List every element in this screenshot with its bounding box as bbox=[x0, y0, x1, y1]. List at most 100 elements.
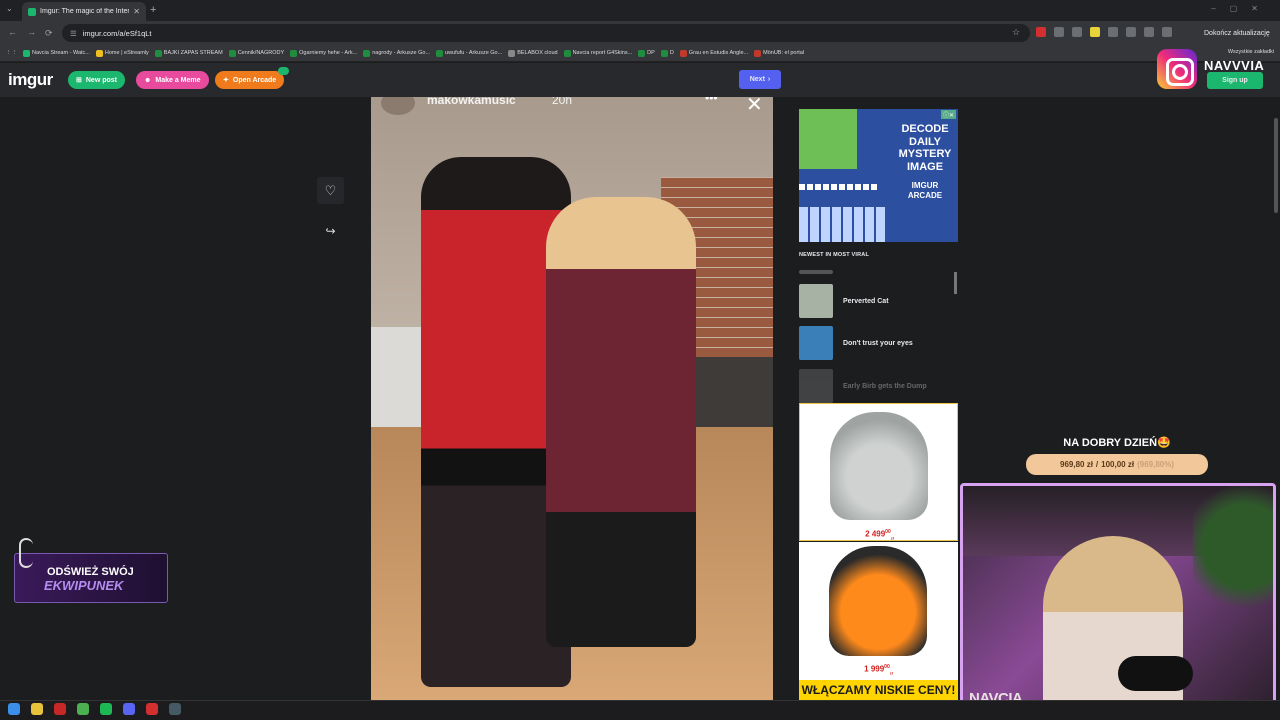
list-scrollbar[interactable] bbox=[954, 272, 957, 294]
bookmark-favicon-icon bbox=[363, 49, 371, 57]
opera-icon[interactable] bbox=[54, 703, 66, 715]
ad-keyboard-art bbox=[799, 207, 887, 242]
bookmark-item[interactable]: Grau en Estudis Angle... bbox=[679, 49, 748, 57]
make-meme-label: Make a Meme bbox=[155, 76, 201, 84]
bookmark-item[interactable]: Navcia report G4Skins... bbox=[563, 49, 632, 57]
product-price: 2 49900zł bbox=[800, 529, 959, 540]
close-icon[interactable]: ✕ bbox=[746, 92, 763, 117]
imgur-logo[interactable]: imgur bbox=[8, 70, 53, 90]
window-controls[interactable]: –▢✕ bbox=[1211, 4, 1272, 13]
instagram-icon bbox=[1157, 49, 1197, 89]
sign-up-button[interactable]: Sign up bbox=[1207, 72, 1263, 89]
extension-icon[interactable] bbox=[1054, 27, 1064, 37]
open-arcade-button[interactable]: ✦ Open Arcade bbox=[215, 67, 290, 89]
bookmark-item[interactable]: uwufufu - Arkusze Go... bbox=[436, 49, 502, 57]
list-item[interactable] bbox=[799, 270, 833, 274]
bookmark-item[interactable]: nagrody - Arkusze Go... bbox=[363, 49, 431, 57]
extension-icon[interactable] bbox=[1144, 27, 1154, 37]
price-cents: 00 bbox=[884, 664, 890, 670]
ad-close-icon[interactable]: ⓘ✕ bbox=[940, 110, 956, 119]
product-ad-headphones-orange[interactable]: 1 99900zł WŁĄCZAMY NISKIE CENY! bbox=[799, 542, 958, 700]
discord-icon[interactable] bbox=[123, 703, 135, 715]
bookmark-item[interactable]: BELABOX cloud bbox=[508, 49, 558, 57]
site-info-icon[interactable]: ☰ bbox=[70, 29, 77, 38]
bookmark-label: Ogarniemy hehe - Ark... bbox=[299, 50, 358, 56]
share-arrow-icon[interactable]: ↪ bbox=[317, 220, 344, 242]
bookmark-item[interactable]: Ogarniemy hehe - Ark... bbox=[290, 49, 358, 57]
chrome-icon[interactable] bbox=[77, 703, 89, 715]
meme-icon: ☻ bbox=[144, 76, 152, 84]
extension-icon[interactable] bbox=[1036, 27, 1046, 37]
make-meme-button[interactable]: ☻ Make a Meme bbox=[136, 71, 209, 89]
favorite-heart-icon[interactable]: ♡ bbox=[317, 177, 344, 204]
arcade-badge bbox=[278, 67, 290, 75]
extension-icon[interactable] bbox=[1108, 27, 1118, 37]
address-bar[interactable]: ☰ imgur.com/a/eSf1qLt bbox=[62, 24, 1030, 42]
instagram-handle: NAVVVIA bbox=[1204, 58, 1265, 73]
url-text[interactable]: imgur.com/a/eSf1qLt bbox=[83, 29, 152, 38]
extension-icons[interactable] bbox=[1036, 27, 1172, 37]
loading-spinner-icon[interactable]: ⟳ bbox=[45, 28, 53, 39]
close-tab-icon[interactable]: ✕ bbox=[133, 7, 140, 16]
extensions-puzzle-icon[interactable] bbox=[1126, 27, 1136, 37]
bookmark-item[interactable]: Home | eStreamly bbox=[95, 49, 149, 57]
bookmark-label: nagrody - Arkusze Go... bbox=[372, 50, 431, 56]
ad-character-art bbox=[799, 109, 857, 169]
extension-icon[interactable] bbox=[1072, 27, 1082, 37]
bookmark-favicon-icon bbox=[754, 49, 762, 57]
profile-avatar-icon[interactable] bbox=[1162, 27, 1172, 37]
spotify-icon[interactable] bbox=[100, 703, 112, 715]
all-bookmarks-button[interactable]: Wszystkie zakładki bbox=[1227, 49, 1274, 55]
arcade-ad[interactable]: DECODE DAILY MYSTERY IMAGE IMGUR ARCADE … bbox=[799, 109, 958, 242]
item-thumbnail bbox=[799, 284, 833, 318]
next-post-button[interactable]: Next › bbox=[739, 70, 781, 89]
list-item[interactable]: Early Birb gets the Dump bbox=[799, 369, 927, 403]
new-post-button[interactable]: ⊞ New post bbox=[68, 71, 125, 89]
bookmark-item[interactable]: Navcia Stream - Watc... bbox=[23, 49, 90, 57]
page-scrollbar[interactable] bbox=[1274, 118, 1278, 213]
back-forward-icon[interactable]: ←→ bbox=[8, 27, 46, 37]
bookmark-item[interactable]: MönUB: el portal bbox=[754, 49, 804, 57]
goal-percent: (969,80%) bbox=[1137, 460, 1174, 469]
item-title: Perverted Cat bbox=[843, 297, 889, 305]
open-arcade-label: Open Arcade bbox=[232, 76, 277, 84]
bookmark-item[interactable]: Cennik/NAGRODY bbox=[228, 49, 284, 57]
apps-grid-icon[interactable]: ⋮⋮ bbox=[6, 50, 17, 56]
webcam-overlay: NAVCIA bbox=[960, 483, 1276, 716]
donation-goal-bar: 969,80 zł / 100,00 zł (969,80%) bbox=[1026, 454, 1208, 475]
bookmark-favicon-icon bbox=[23, 49, 30, 57]
list-item[interactable]: Perverted Cat bbox=[799, 284, 889, 318]
bookmark-label: D bbox=[669, 50, 674, 56]
bookmark-item[interactable]: BAJKI ZAPAS STREAM bbox=[154, 49, 223, 57]
extension-icon[interactable] bbox=[1090, 27, 1100, 37]
promo-banner: WŁĄCZAMY NISKIE CENY! bbox=[799, 680, 958, 700]
bookmark-item[interactable]: DP bbox=[638, 49, 655, 57]
app-icon[interactable] bbox=[169, 703, 181, 715]
item-title: Don't trust your eyes bbox=[843, 339, 913, 347]
tab-list-chevron-icon[interactable]: ⌄ bbox=[6, 4, 13, 13]
bookmark-favicon-icon bbox=[638, 49, 646, 57]
bookmark-label: DP bbox=[647, 50, 655, 56]
price-currency: zł bbox=[890, 535, 894, 541]
taskbar-icons[interactable] bbox=[8, 703, 181, 715]
product-ad-headphones-grey[interactable]: 2 49900zł bbox=[799, 403, 958, 541]
next-label: Next bbox=[749, 76, 765, 83]
viral-section-heading: NEWEST IN MOST VIRAL bbox=[799, 252, 869, 258]
bookmark-label: BAJKI ZAPAS STREAM bbox=[163, 50, 223, 56]
file-explorer-icon[interactable] bbox=[31, 703, 43, 715]
bookmark-favicon-icon bbox=[679, 49, 687, 57]
new-tab-button[interactable]: + bbox=[150, 4, 156, 16]
hook-icon bbox=[19, 538, 33, 568]
price-main: 1 999 bbox=[864, 664, 885, 674]
bookmark-item[interactable]: D bbox=[660, 49, 674, 57]
cam-microphone bbox=[1118, 656, 1193, 691]
start-icon[interactable] bbox=[8, 703, 20, 715]
update-button[interactable]: Dokończ aktualizację bbox=[1198, 24, 1276, 42]
list-item[interactable]: Don't trust your eyes bbox=[799, 326, 913, 360]
post-image[interactable]: makowkamusic 20h ••• bbox=[371, 97, 773, 700]
bookmark-star-icon[interactable]: ☆ bbox=[1012, 27, 1020, 38]
obs-icon[interactable] bbox=[146, 703, 158, 715]
browser-tab-imgur[interactable]: Imgur: The magic of the Internet ✕ bbox=[22, 2, 146, 21]
ad-headline: DECODE DAILY MYSTERY IMAGE bbox=[898, 123, 952, 173]
bookmark-favicon-icon bbox=[290, 49, 298, 57]
